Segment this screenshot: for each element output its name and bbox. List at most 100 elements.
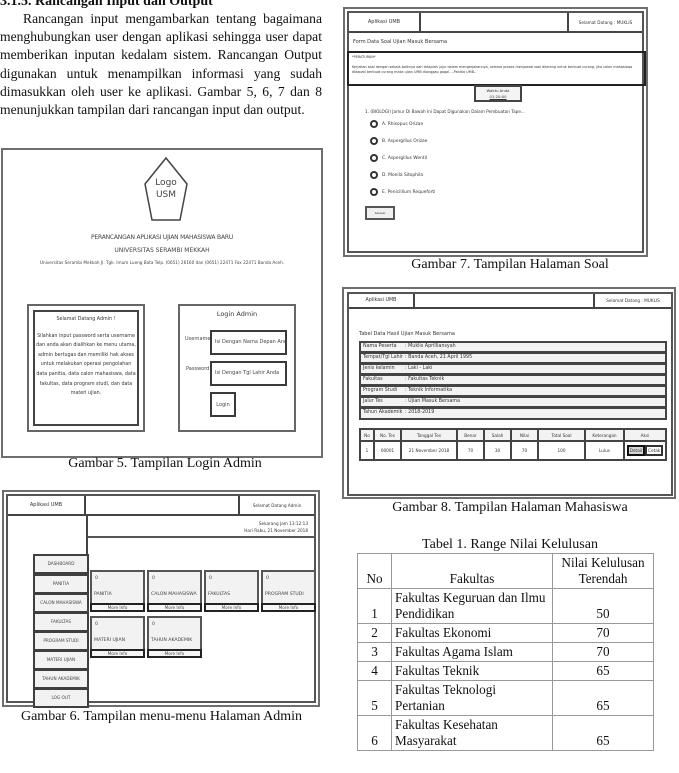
col-header: Total Soal [537, 428, 586, 442]
nav-calon-mahasiswa[interactable]: CALON MAHASISWA [33, 593, 89, 613]
username-input[interactable]: Isi Dengan Nama Depan Anda [210, 330, 287, 355]
clock-display: Sekarang Jam 13:12:13 Hari Rabu, 21 Nove… [88, 516, 314, 538]
cell-fakultas: Fakultas Agama Islam [391, 642, 553, 662]
cell-nilai: 50 [552, 588, 654, 624]
cell-nilai: 65 [552, 680, 654, 716]
option-c[interactable]: C. Aspergillus Wentil [370, 154, 427, 162]
figure-6-caption: Gambar 6. Tampilan menu-menu Halaman Adm… [20, 709, 303, 724]
cell-tanggal: 21 November 2018 [400, 440, 458, 461]
nav-program-studi[interactable]: PROGRAM STUDI [33, 631, 89, 651]
card-name: MATERI UJIAN [94, 638, 126, 643]
profile-row: Jalur Tes: Ujian Masuk Bersama [359, 396, 667, 407]
profile-key: Tahun Akademik [363, 410, 403, 415]
nav-fakultas[interactable]: FAKULTAS [33, 612, 89, 632]
cell-fakultas: Fakultas Kesehatan Masyarakat [391, 715, 553, 751]
table-1-caption: Tabel 1. Range Nilai Kelulusan [422, 537, 598, 552]
cell-nilai: 70 [552, 642, 654, 662]
rules-text: Kerjakan soal dengan sebaik-baiknya dan … [352, 64, 633, 75]
card-calon-mahasiswa: 0 CALON MAHASISWA More Info [147, 570, 202, 612]
profile-value: : Teknik Informatika [405, 388, 453, 393]
card-materi-ujian: 0 MATERI UJIAN More Info [90, 616, 145, 658]
option-label: E. Penicillium Requeforti [382, 189, 436, 195]
admin-window: Aplikasi UMB Selamat Datang Admin Sekara… [6, 494, 316, 708]
col-header: Salah [483, 428, 512, 442]
option-e[interactable]: E. Penicillium Requeforti [370, 188, 435, 196]
more-info-button[interactable]: More Info [261, 603, 316, 612]
nav-tahun-akademik[interactable]: TAHUN AKADEMIK [33, 669, 89, 689]
detail-button[interactable]: Detail [626, 445, 646, 456]
university-address: Universitas Serambi Mekkah Jl. Tgk. Imum… [39, 260, 285, 265]
app-name: Aplikasi UMB [349, 294, 415, 309]
cell-fakultas: Fakultas Teknologi Pertanian [391, 680, 553, 716]
cell-no: 5 [357, 680, 392, 716]
cell-benar: 70 [456, 440, 485, 461]
submit-button[interactable]: Selesai [365, 206, 395, 220]
login-panel: Login Admin Username Isi Dengan Nama Dep… [178, 304, 296, 432]
rules-box: *PERATURAN* Kerjakan soal dengan sebaik-… [347, 51, 646, 86]
more-info-button[interactable]: More Info [147, 603, 202, 612]
cell-no: 3 [357, 642, 392, 662]
cell-keterangan: Lulus [584, 440, 625, 461]
cell-nilai: 70 [510, 440, 539, 461]
cell-no: 4 [357, 661, 392, 681]
nav-dashboard[interactable]: DASHBOARD [33, 554, 89, 574]
welcome-text: Silahkan input password serta username d… [36, 333, 136, 397]
card-name: CALON MAHASISWA [151, 592, 197, 597]
radio-icon[interactable] [370, 171, 378, 179]
card-count: 0 [209, 576, 212, 581]
card-program-studi: 0 PROGRAM STUDI More Info [261, 570, 316, 612]
card-name: TAHUN AKADEMIK [151, 638, 193, 643]
result-table-title: Tabel Data Hasil Ujian Masuk Bersama [359, 331, 455, 337]
cell-fakultas: Fakultas Ekonomi [391, 623, 553, 643]
more-info-button[interactable]: More Info [90, 603, 145, 612]
col-header: No [359, 428, 375, 442]
university-name: UNIVERSITAS SERAMBI MEKKAH [114, 247, 210, 254]
radio-icon[interactable] [370, 188, 378, 196]
password-input[interactable]: Isi Dengan Tgl Lahir Anda [210, 361, 287, 386]
more-info-button[interactable]: More Info [204, 603, 259, 612]
radio-icon[interactable] [370, 137, 378, 145]
header-fakultas: Fakultas [391, 553, 553, 589]
clock-date: Hari Rabu, 21 November 2018 [244, 528, 308, 533]
cell-no: 6 [357, 715, 392, 751]
radio-icon[interactable] [370, 154, 378, 162]
figure-5-caption: Gambar 5. Tampilan Login Admin [68, 456, 262, 471]
option-b[interactable]: B. Aspergillus Orizae [370, 137, 427, 145]
more-info-button[interactable]: More Info [90, 649, 145, 658]
login-title: Login Admin [216, 310, 258, 318]
profile-value: : Fakultas Teknik [405, 377, 445, 382]
nav-panitia[interactable]: PANITIA [33, 574, 89, 594]
option-d[interactable]: D. Monila Sitophila [370, 171, 423, 179]
nav-materi-ujian[interactable]: MATERI UJIAN [33, 650, 89, 670]
radio-icon[interactable] [370, 120, 378, 128]
nav-log-out[interactable]: LOG OUT [33, 688, 89, 708]
profile-value: : Muklis Aprilliansyah [405, 344, 456, 349]
card-count: 0 [152, 576, 155, 581]
header-no: No [357, 553, 392, 589]
col-header: Keterangan [584, 428, 625, 442]
col-header: Nilai [510, 428, 539, 442]
table-row: 2 Fakultas Ekonomi 70 [357, 623, 654, 643]
logo-line-2: USM [155, 190, 177, 200]
table-row: 1 Fakultas Keguruan dan Ilmu Pendidikan 50 [357, 588, 654, 624]
card-count: 0 [152, 622, 155, 627]
card-name: PANITIA [94, 592, 112, 597]
welcome-panel: Selamat Datang Admin ! Silahkan input pa… [27, 304, 145, 432]
figure-login-admin: Logo USM PERANCANGAN APLIKASI UJIAN MAHA… [1, 148, 323, 458]
figure-7-caption: Gambar 7. Tampilan Halaman Soal [411, 257, 609, 272]
login-button[interactable]: Login [210, 392, 236, 417]
cell-nilai: 70 [552, 623, 654, 643]
option-a[interactable]: A. Rhisopus Orizae [370, 120, 423, 128]
profile-row: Tahun Akademik: 2018-2019 [359, 407, 667, 420]
profile-row: Nama Peserta: Muklis Aprilliansyah [359, 341, 667, 352]
card-count: 0 [95, 622, 98, 627]
cell-no: 1 [359, 440, 375, 461]
table-row: 6 Fakultas Kesehatan Masyarakat 65 [357, 715, 654, 751]
card-tahun-akademik: 0 TAHUN AKADEMIK More Info [147, 616, 202, 658]
logo-text: Logo USM [143, 177, 189, 201]
print-button[interactable]: Cetak [645, 445, 664, 456]
more-info-button[interactable]: More Info [147, 649, 202, 658]
student-window: Aplikasi UMB Selamat Datang : MUKLIS Tab… [347, 292, 673, 496]
cell-aksi: Detail Cetak [623, 440, 667, 461]
table-row: 3 Fakultas Agama Islam 70 [357, 642, 654, 662]
